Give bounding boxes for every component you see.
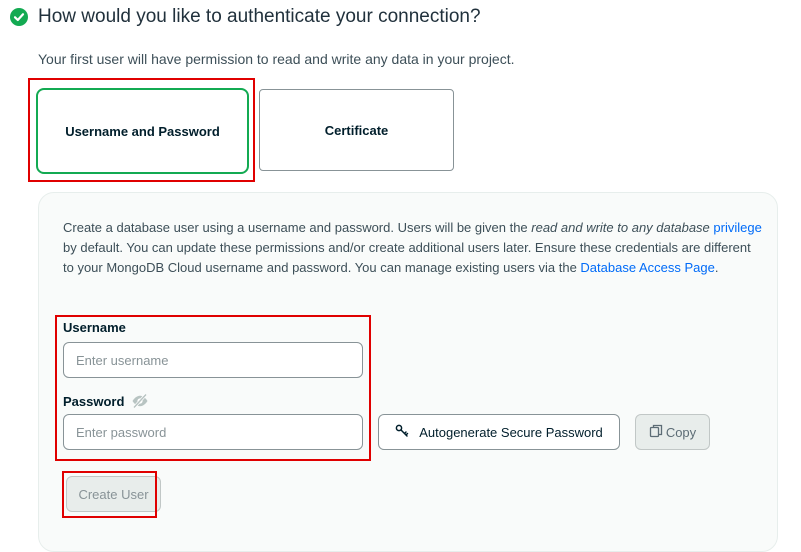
username-label: Username: [63, 320, 126, 335]
auth-method-label: Certificate: [324, 122, 389, 138]
auth-method-certificate-card[interactable]: Certificate: [259, 89, 454, 171]
database-access-page-link[interactable]: Database Access Page: [580, 260, 714, 275]
copy-button[interactable]: Copy: [635, 414, 710, 450]
copy-icon: [649, 424, 663, 441]
create-user-label: Create User: [78, 486, 149, 502]
auth-method-username-password-card[interactable]: Username and Password: [36, 88, 249, 174]
page-subtitle: Your first user will have permission to …: [38, 51, 515, 67]
description-emphasis: read and write to any database: [531, 220, 710, 235]
privilege-link[interactable]: privilege: [713, 220, 761, 235]
create-user-button[interactable]: Create User: [66, 476, 161, 512]
autogenerate-password-label: Autogenerate Secure Password: [419, 424, 603, 440]
password-label: Password: [63, 394, 125, 409]
autogenerate-password-button[interactable]: Autogenerate Secure Password: [378, 414, 620, 450]
username-input[interactable]: [63, 342, 363, 378]
copy-label: Copy: [665, 424, 697, 440]
description-text: Create a database user using a username …: [63, 220, 532, 235]
check-circle-icon: [10, 8, 28, 26]
password-input[interactable]: [63, 414, 363, 450]
eye-off-icon[interactable]: [131, 392, 149, 410]
auth-method-label: Username and Password: [65, 123, 220, 139]
description-text: .: [714, 260, 719, 275]
page-title: How would you like to authenticate your …: [38, 6, 481, 27]
key-icon: [395, 424, 409, 441]
panel-description: Create a database user using a username …: [63, 218, 763, 278]
